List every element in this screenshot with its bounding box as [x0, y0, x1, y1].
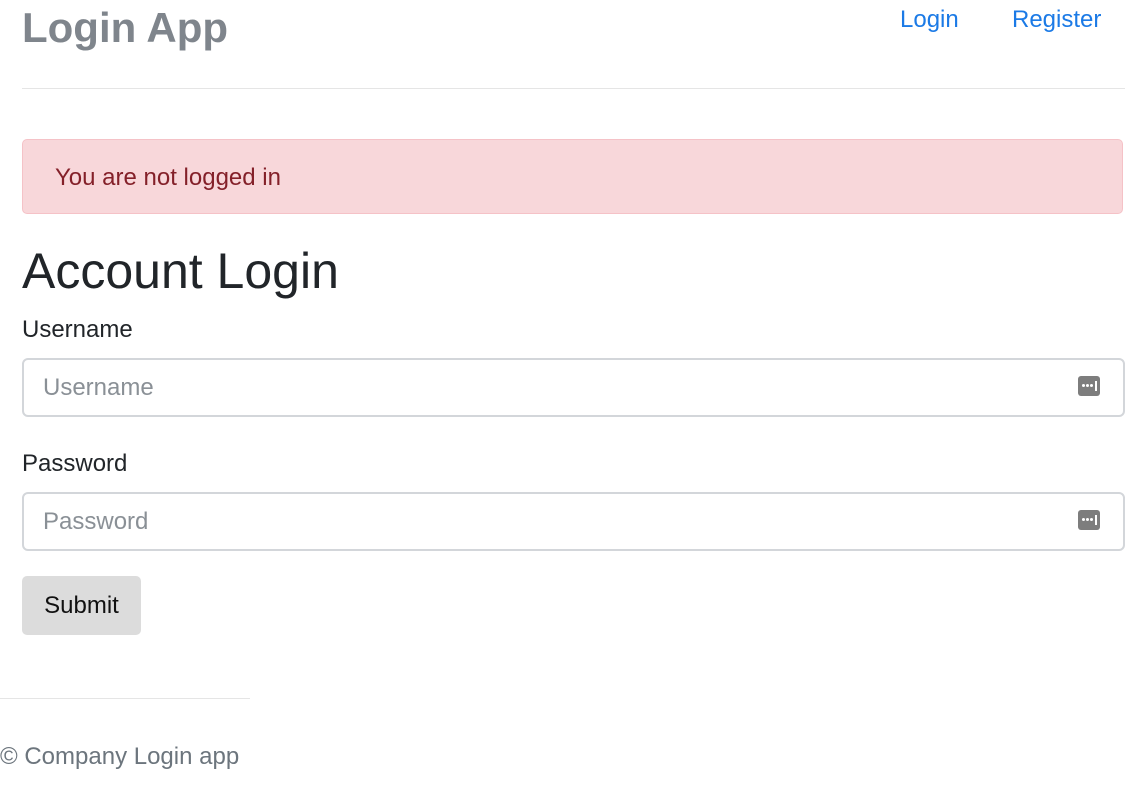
submit-button[interactable]: Submit: [22, 576, 141, 635]
username-label: Username: [22, 316, 133, 343]
password-manager-icon[interactable]: [1078, 376, 1100, 396]
alert-message: You are not logged in: [55, 164, 281, 191]
page-title: Account Login: [22, 243, 339, 299]
username-field-wrapper: [22, 358, 1125, 417]
brand-title: Login App: [22, 4, 229, 51]
site-header: Login App Login Register: [22, 0, 1125, 89]
page: Login App Login Register You are not log…: [0, 0, 1147, 793]
footer-copyright: © Company Login app: [0, 743, 240, 770]
username-input[interactable]: [22, 358, 1125, 417]
password-input[interactable]: [22, 492, 1125, 551]
nav-register-link[interactable]: Register: [1012, 5, 1101, 35]
password-field-wrapper: [22, 492, 1125, 551]
not-logged-in-alert: You are not logged in: [22, 139, 1123, 214]
nav-login-link[interactable]: Login: [900, 5, 959, 35]
password-label: Password: [22, 450, 128, 477]
password-manager-icon[interactable]: [1078, 510, 1100, 530]
footer-divider: [0, 698, 250, 699]
